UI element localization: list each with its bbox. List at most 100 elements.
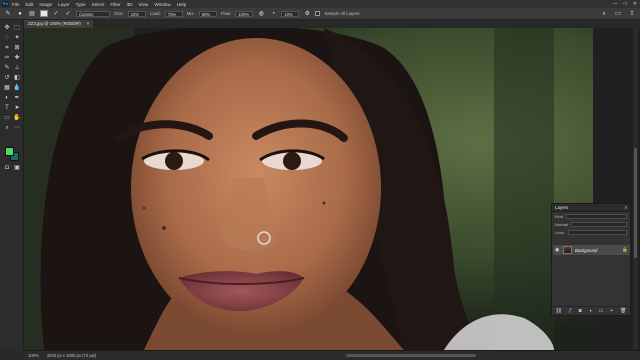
size-field[interactable]: 22% (127, 10, 146, 17)
adjustment-icon[interactable]: ◑ (589, 308, 592, 314)
menu-image[interactable]: Image (39, 2, 52, 7)
brush-preset-icon[interactable]: ● (16, 10, 24, 18)
menu-type[interactable]: Type (76, 2, 86, 7)
visibility-eye-icon[interactable]: ◉ (555, 247, 560, 253)
layer-filter-row: Kind (552, 212, 630, 220)
history-brush-tool-icon[interactable]: ↺ (3, 74, 11, 82)
lock-icon: 🔒 (622, 247, 628, 252)
sample-all-layers-label: Sample All Layers (324, 11, 360, 16)
close-window-icon[interactable]: ✕ (633, 1, 637, 7)
menu-select[interactable]: Select (92, 2, 105, 7)
menu-view[interactable]: View (138, 2, 148, 7)
type-tool-icon[interactable]: T (3, 104, 11, 112)
new-layer-icon[interactable]: + (610, 308, 613, 314)
crop-tool-icon[interactable]: ⌗ (3, 44, 11, 52)
mix-label: Mix: (186, 11, 195, 16)
path-select-tool-icon[interactable]: ➤ (13, 104, 21, 112)
shape-tool-icon[interactable]: ▭ (3, 114, 11, 122)
move-tool-icon[interactable]: ✥ (3, 24, 11, 32)
options-bar: ✎ ● ▤ ✓ ✓ Custom Size: 22% Load: 75% Mix… (0, 8, 640, 20)
pen-tool-icon[interactable]: ✒ (13, 94, 21, 102)
document-tab[interactable]: ZZ3.jpg @ 100% (RGB/8#) × (24, 20, 94, 28)
menu-help[interactable]: Help (177, 2, 186, 7)
menu-3d[interactable]: 3D (127, 2, 133, 7)
photoshop-logo[interactable]: Ps (2, 1, 9, 7)
clean-brush-icon[interactable]: ✓ (64, 10, 72, 18)
lock-label: Lock: (555, 229, 565, 235)
close-tab-icon[interactable]: × (87, 20, 90, 28)
mixer-brush-icon[interactable]: ✎ (4, 10, 12, 18)
brush-tool-icon[interactable]: ✎ (3, 64, 11, 72)
smoothing-field[interactable]: 10% (281, 10, 300, 17)
smoothing-settings-icon[interactable]: ⚙ (303, 10, 311, 18)
scroll-thumb[interactable] (634, 148, 637, 258)
load-color-swatch[interactable] (40, 10, 48, 17)
hand-tool-icon[interactable]: ✋ (13, 114, 21, 122)
lock-row: Lock: (552, 228, 630, 236)
group-icon[interactable]: ▭ (599, 308, 604, 314)
share-icon[interactable]: ⇧ (628, 10, 636, 18)
clone-stamp-tool-icon[interactable]: ⊥ (13, 64, 21, 72)
blur-tool-icon[interactable]: 💧 (13, 84, 21, 92)
fill-field[interactable] (567, 229, 627, 235)
eraser-tool-icon[interactable]: ◧ (13, 74, 21, 82)
fx-icon[interactable]: ƒ (569, 308, 572, 314)
document-tab-title: ZZ3.jpg @ 100% (RGB/8#) (28, 21, 81, 26)
eyedropper-tool-icon[interactable]: ✑ (3, 54, 11, 62)
mix-field[interactable]: 80% (198, 10, 217, 17)
layer-name: Background (575, 247, 598, 253)
mask-icon[interactable]: ◙ (579, 308, 582, 314)
lasso-tool-icon[interactable]: ◌ (3, 34, 11, 42)
menu-edit[interactable]: Edit (25, 2, 33, 7)
layer-thumbnail (563, 246, 572, 254)
menu-window[interactable]: Window (154, 2, 170, 7)
screen-mode-icon[interactable]: ▣ (13, 164, 21, 172)
document-info[interactable]: 3200 px x 1800 px (72 ppi) (47, 353, 97, 358)
blend-mode-row: Normal (552, 220, 630, 228)
more-tools-icon[interactable]: ⋯ (13, 124, 21, 132)
minimize-icon[interactable]: — (613, 1, 618, 7)
quick-select-tool-icon[interactable]: ✦ (13, 34, 21, 42)
options-right-group: ⌕ ▭ ⇧ (600, 10, 636, 18)
frame-tool-icon[interactable]: ⊠ (13, 44, 21, 52)
menu-file[interactable]: File (12, 2, 19, 7)
brush-mode-select[interactable]: Custom (76, 10, 110, 17)
document-tab-bar: ZZ3.jpg @ 100% (RGB/8#) × (24, 20, 640, 28)
marquee-tool-icon[interactable]: ⬚ (13, 24, 21, 32)
load-field[interactable]: 75% (164, 10, 183, 17)
canvas-area[interactable] (24, 28, 593, 350)
link-icon[interactable]: ⛓ (555, 308, 561, 314)
smoothing-icon[interactable]: ◔ (269, 10, 277, 18)
zoom-level[interactable]: 100% (28, 353, 39, 358)
layer-filter-select[interactable] (566, 213, 627, 219)
sample-all-layers-checkbox[interactable] (315, 11, 321, 16)
tools-panel: ✥ ⬚ ◌ ✦ ⌗ ⊠ ✑ ✚ ✎ ⊥ ↺ ◧ ▦ 💧 ◐ ✒ T ➤ ▭ ✋ … (0, 20, 24, 350)
foreground-color-swatch[interactable] (5, 147, 14, 156)
trash-icon[interactable]: 🗑 (620, 308, 626, 314)
load-label: Load: (149, 11, 161, 16)
menu-bar: Ps File Edit Image Layer Type Select Fil… (0, 0, 640, 8)
horizontal-scrollbar[interactable] (346, 354, 476, 357)
flow-field[interactable]: 100% (235, 10, 254, 17)
dodge-tool-icon[interactable]: ◐ (3, 94, 11, 102)
airbrush-icon[interactable]: ◍ (257, 10, 265, 18)
blend-mode-select[interactable] (570, 221, 627, 227)
portrait-photo (24, 28, 593, 350)
flow-label: Flow: (220, 11, 232, 16)
layer-row-background[interactable]: ◉ Background 🔒 (553, 245, 630, 255)
vertical-scrollbar[interactable] (633, 28, 638, 350)
menu-filter[interactable]: Filter (110, 2, 120, 7)
menu-layer[interactable]: Layer (58, 2, 70, 7)
maximize-icon[interactable]: □ (624, 1, 627, 7)
zoom-tool-icon[interactable]: ⌕ (3, 124, 11, 132)
workspace-icon[interactable]: ▭ (614, 10, 622, 18)
search-icon[interactable]: ⌕ (600, 10, 608, 18)
layers-panel-title[interactable]: Layers (555, 205, 568, 210)
status-bar: 100% 3200 px x 1800 px (72 ppi) (24, 350, 640, 360)
quick-mask-icon[interactable]: ◘ (3, 164, 11, 172)
load-brush-icon[interactable]: ✓ (52, 10, 60, 18)
brush-settings-icon[interactable]: ▤ (28, 10, 36, 18)
gradient-tool-icon[interactable]: ▦ (3, 84, 11, 92)
panel-menu-icon[interactable]: ≡ (624, 205, 627, 210)
healing-brush-tool-icon[interactable]: ✚ (13, 54, 21, 62)
